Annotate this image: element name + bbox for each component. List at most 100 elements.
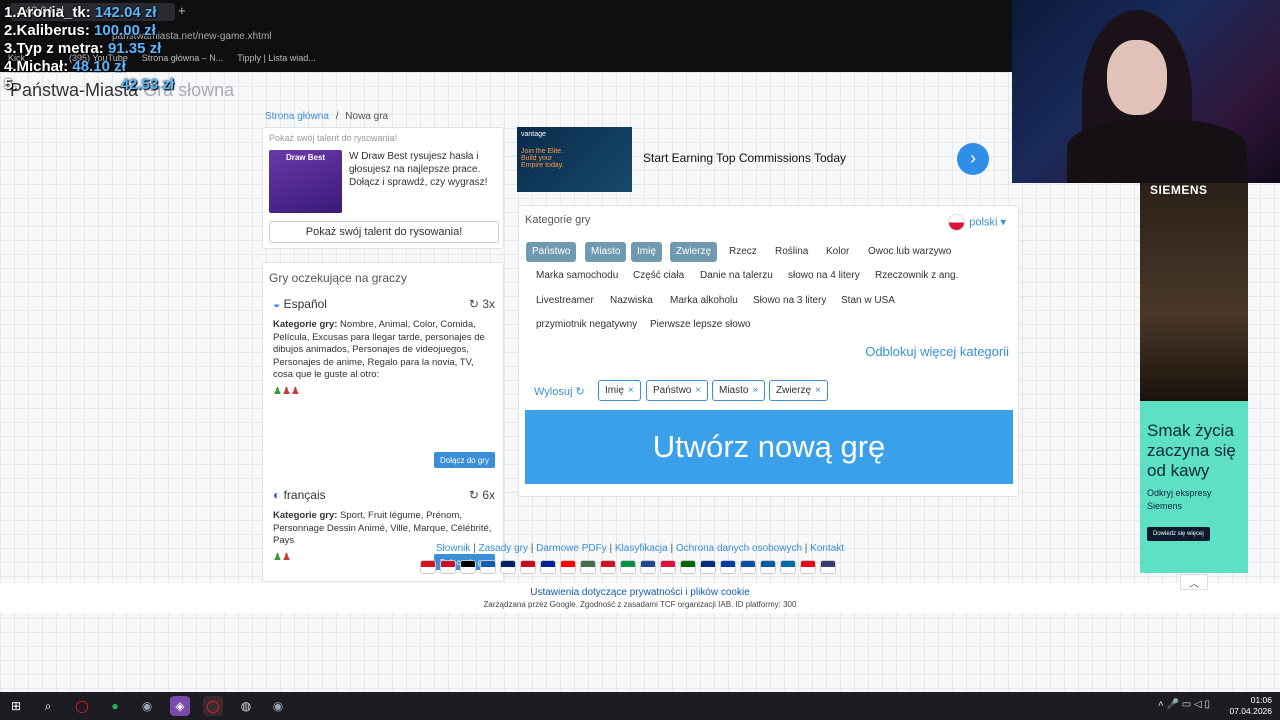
language-flag-icon[interactable]: [820, 560, 836, 574]
siemens-ad-image[interactable]: SIEMENS: [1140, 183, 1248, 401]
language-flag-icon[interactable]: [520, 560, 536, 574]
language-flag-icon[interactable]: [420, 560, 436, 574]
language-flag-icon[interactable]: [560, 560, 576, 574]
remove-category-icon[interactable]: ×: [815, 385, 821, 396]
language-flag-icon[interactable]: [480, 560, 496, 574]
new-tab-button[interactable]: +: [178, 3, 186, 18]
category-chip[interactable]: Państwo: [526, 242, 577, 262]
steam-icon[interactable]: ◉: [268, 696, 288, 716]
ad-brand: vantage: [521, 131, 546, 138]
category-chip[interactable]: przymiotnik negatywny: [530, 315, 643, 335]
category-chip[interactable]: Livestreamer: [530, 291, 600, 311]
ad-banner[interactable]: vantage Join the Elite. Build your Empir…: [517, 127, 997, 193]
breadcrumb-home[interactable]: Strona główna: [265, 111, 329, 122]
chevron-up-icon: ︿: [1189, 579, 1199, 590]
draw-best-image[interactable]: Draw Best: [269, 150, 342, 213]
footer-link-ranking[interactable]: Klasyfikacja: [615, 543, 668, 554]
opera-icon[interactable]: ◯: [72, 696, 92, 716]
remove-category-icon[interactable]: ×: [628, 385, 634, 396]
chevron-up-icon[interactable]: ˄: [1158, 699, 1164, 710]
category-chip[interactable]: Nazwiska: [604, 291, 659, 311]
category-chip[interactable]: Stan w USA: [835, 291, 901, 311]
flag-pl-icon: [948, 214, 966, 231]
system-tray[interactable]: ˄ 🎤 ▭ ◁ ▯: [1158, 699, 1210, 710]
category-chip[interactable]: Kolor: [820, 242, 855, 262]
remove-category-icon[interactable]: ×: [695, 385, 701, 396]
selected-category-chip: Miasto ×: [712, 380, 766, 401]
windows-start-icon[interactable]: ⊞: [6, 696, 26, 716]
language-flag-icon[interactable]: [640, 560, 656, 574]
opera-gx-icon[interactable]: ◯: [203, 696, 223, 716]
footer-link-pdfs[interactable]: Darmowe PDFy: [536, 543, 607, 554]
collapse-ad-button[interactable]: ︿: [1180, 574, 1208, 590]
volume-icon[interactable]: ◁: [1194, 699, 1202, 710]
category-chip[interactable]: Marka alkoholu: [664, 291, 744, 311]
language-flag-icon[interactable]: [660, 560, 676, 574]
footer-link-contact[interactable]: Kontakt: [810, 543, 844, 554]
leaderboard-row: 4.Michał: 48.10 zł: [4, 58, 174, 76]
language-flag-icon[interactable]: [740, 560, 756, 574]
category-chip[interactable]: Część ciała: [627, 266, 690, 286]
create-game-button[interactable]: Utwórz nową grę: [525, 410, 1013, 484]
language-flag-icon[interactable]: [680, 560, 696, 574]
app-icon[interactable]: ◈: [170, 696, 190, 716]
siemens-cta-button[interactable]: Dowiedz się więcej: [1147, 527, 1210, 541]
category-chip[interactable]: Owoc lub warzywo: [862, 242, 957, 262]
language-flag-icon[interactable]: [440, 560, 456, 574]
category-chip[interactable]: Słowo na 3 litery: [747, 291, 832, 311]
bookmark-tipply[interactable]: Tipply | Lista wiad...: [237, 53, 316, 63]
language-flag-icon[interactable]: [460, 560, 476, 574]
footer-link-rules[interactable]: Zasady gry: [479, 543, 528, 554]
category-chip[interactable]: Marka samochodu: [530, 266, 624, 286]
language-flag-icon[interactable]: [780, 560, 796, 574]
obs-icon[interactable]: ◍: [236, 696, 256, 716]
ad-banner-image[interactable]: vantage Join the Elite. Build your Empir…: [517, 127, 632, 192]
microphone-icon[interactable]: 🎤: [1167, 699, 1179, 710]
game-categories: Kategorie gry: Nombre, Animal, Color, Co…: [273, 319, 495, 382]
category-chip[interactable]: Roślina: [769, 242, 814, 262]
category-chip[interactable]: Pierwsze lepsze słowo: [644, 315, 757, 335]
privacy-settings-link[interactable]: Ustawienia dotyczące prywatności i plikó…: [0, 587, 1280, 598]
language-flag-icon[interactable]: [500, 560, 516, 574]
siemens-ad[interactable]: SIEMENS Smak życia zaczyna się od kawy O…: [1140, 183, 1248, 573]
category-chip[interactable]: Rzecz: [723, 242, 763, 262]
taskbar-clock[interactable]: 01:06 07.04.2026: [1229, 695, 1272, 717]
category-chip[interactable]: Miasto: [585, 242, 627, 262]
category-chip[interactable]: Danie na talerzu: [694, 266, 779, 286]
search-icon[interactable]: ⌕: [38, 696, 58, 716]
siemens-ad-text[interactable]: Smak życia zaczyna się od kawy Odkryj ek…: [1140, 401, 1248, 573]
remove-category-icon[interactable]: ×: [752, 385, 758, 396]
category-chip[interactable]: słowo na 4 litery: [782, 266, 866, 286]
promo-button[interactable]: Pokaż swój talent do rysowania!: [269, 221, 499, 243]
steam-icon[interactable]: ◉: [137, 696, 157, 716]
leaderboard-name: Kaliberus:: [16, 22, 90, 39]
footer-link-privacy[interactable]: Ochrona danych osobowych: [676, 543, 802, 554]
language-flag-icon[interactable]: [580, 560, 596, 574]
category-chip[interactable]: Zwierzę: [670, 242, 718, 262]
unlock-more-categories-link[interactable]: Odblokuj więcej kategorii: [865, 344, 1009, 359]
language-flag-icon[interactable]: [600, 560, 616, 574]
join-game-button[interactable]: Dołącz do gry: [434, 452, 495, 468]
language-flag-icon[interactable]: [700, 560, 716, 574]
ad-banner-text[interactable]: Start Earning Top Commissions Today: [643, 151, 846, 165]
randomize-button[interactable]: Wylosuj ↻: [534, 385, 585, 398]
cookie-bar: Ustawienia dotyczące prywatności i plikó…: [0, 583, 1280, 613]
language-flag-icon[interactable]: [620, 560, 636, 574]
language-flag-icon[interactable]: [800, 560, 816, 574]
category-chip[interactable]: Imię: [631, 242, 662, 262]
selected-category-chip: Imię ×: [598, 380, 641, 401]
spotify-icon[interactable]: ●: [105, 696, 125, 716]
ad-arrow-button[interactable]: ›: [957, 143, 989, 175]
language-select[interactable]: polski ▾: [948, 214, 1006, 231]
battery-icon[interactable]: ▯: [1204, 699, 1210, 710]
waiting-games-panel: Gry oczekujące na graczy ◒ Español ↻ 3x …: [262, 262, 504, 582]
language-flag-icon[interactable]: [720, 560, 736, 574]
cookie-note: Zarządzana przez Google. Zgodność z zasa…: [483, 600, 797, 609]
category-chip[interactable]: Rzeczownik z ang.: [869, 266, 964, 286]
language-flag-icon[interactable]: [760, 560, 776, 574]
rounds-icon: ↻: [468, 488, 479, 502]
network-icon[interactable]: ▭: [1182, 699, 1191, 710]
footer-link-dictionary[interactable]: Słownik: [436, 543, 470, 554]
language-flag-icon[interactable]: [540, 560, 556, 574]
leaderboard-amount: 91.35 zł: [107, 40, 162, 57]
